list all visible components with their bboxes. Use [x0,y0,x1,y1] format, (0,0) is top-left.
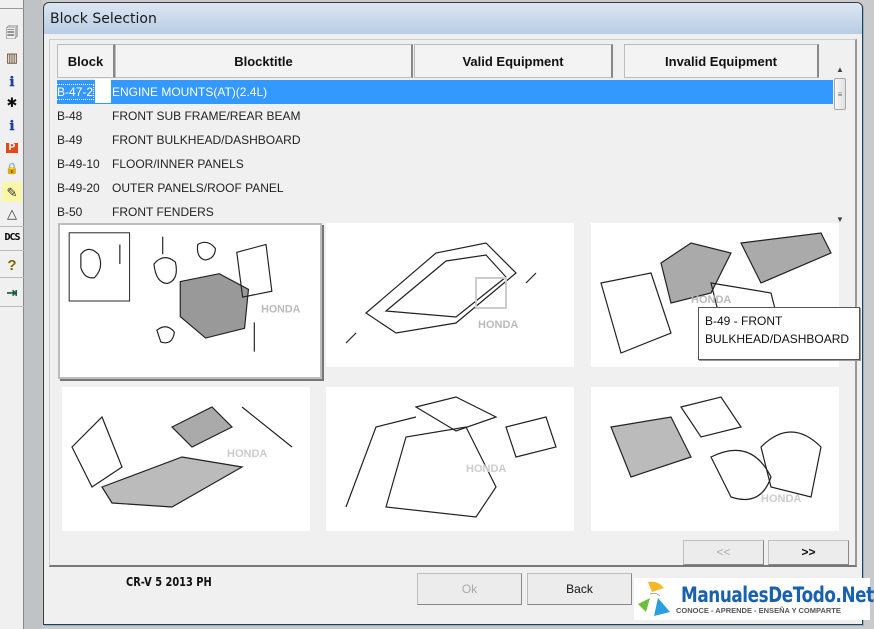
watermark-subtitle: CONOCE - APRENDE - ENSEÑA Y COMPARTE [676,606,841,615]
sub-frame-diagram: HONDA [345,242,537,344]
catalog-icon[interactable]: ▥ [2,47,22,67]
dialog-titlebar: Block Selection [44,3,862,34]
wrench-tool-icon[interactable]: ✎ [2,182,22,202]
column-header-valid-equipment[interactable]: Valid Equipment [414,44,613,78]
table-row[interactable]: B-48 FRONT SUB FRAME/REAR BEAM [57,104,833,128]
block-table: Block Blocktitle Valid Equipment Invalid… [55,44,847,224]
block-title: FRONT BULKHEAD/DASHBOARD [112,133,301,147]
left-toolbar: 🗐 ▥ ℹ ✱ ℹ P 🔒 ✎ △ DCS ? ⇥ [0,0,24,629]
table-row[interactable]: B-49 FRONT BULKHEAD/DASHBOARD [57,128,833,152]
table-row[interactable]: B-49-10 FLOOR/INNER PANELS [57,152,833,176]
watermark-banner: ManualesDeTodo.Net CONOCE - APRENDE - EN… [634,578,874,620]
toolbar-separator [0,277,24,278]
block-code: B-49-10 [57,157,100,171]
table-body: B-47-2 ENGINE MOUNTS(AT)(2.4L) B-48 FRON… [55,79,833,224]
block-code: B-50 [57,205,83,219]
block-code: B-49-20 [57,181,100,195]
toolbar-separator [0,306,24,307]
brand-watermark: HONDA [261,304,301,316]
watermark-title: ManualesDeTodo.Net [680,583,874,607]
outer-panels-diagram: HONDA [345,396,557,518]
next-page-button[interactable]: >> [768,540,849,565]
table-row[interactable]: B-47-2 ENGINE MOUNTS(AT)(2.4L) [55,79,833,104]
info-car-icon[interactable]: ℹ [2,115,22,135]
thumbnail-engine-mounts[interactable]: HONDA [58,223,322,379]
block-title: FRONT FENDERS [112,205,214,219]
block-tooltip: B-49 - FRONT BULKHEAD/DASHBOARD [698,307,860,360]
magic-hat-icon[interactable]: ✱ [2,92,22,112]
tooltip-line-2: BULKHEAD/DASHBOARD [705,332,850,346]
toolbar-separator [0,250,24,251]
thumbnail-front-sub-frame[interactable]: HONDA [326,223,574,367]
copy-pages-icon[interactable]: 🗐 [2,22,22,42]
thumbnail-outer-panels-roof[interactable]: HONDA [326,387,574,531]
dcs-icon[interactable]: DCS [2,228,22,248]
dialog-title: Block Selection [50,10,157,27]
info-person-icon[interactable]: ℹ [2,71,22,91]
column-header-invalid-equipment[interactable]: Invalid Equipment [624,44,819,78]
block-title: FLOOR/INNER PANELS [112,157,244,171]
thumbnail-front-fenders[interactable]: HONDA [591,387,839,531]
back-button[interactable]: Back [527,573,632,605]
block-title: ENGINE MOUNTS(AT)(2.4L) [112,85,268,99]
brand-watermark: HONDA [227,448,267,460]
vehicle-info: CR-V 5 2013 PH [126,575,212,589]
table-row[interactable]: B-49-20 OUTER PANELS/ROOF PANEL [57,176,833,200]
block-title: OUTER PANELS/ROOF PANEL [112,181,284,195]
help-icon[interactable]: ? [2,255,22,275]
toolbar-divider [0,8,24,9]
column-header-block[interactable]: Block [57,44,115,78]
block-code: B-48 [57,109,83,123]
block-panel: Block Blocktitle Valid Equipment Invalid… [49,39,860,567]
table-scrollbar[interactable]: ▲ ≡ ▼ [833,64,847,224]
thumbnail-floor-inner-panels[interactable]: HONDA [62,387,310,531]
drafting-icon[interactable]: △ [2,203,22,223]
parts-car-icon[interactable]: P [2,138,22,158]
floor-panels-diagram: HONDA [71,406,293,508]
block-code: B-49 [57,133,83,147]
brand-watermark: HONDA [478,319,518,331]
fenders-diagram: HONDA [610,396,822,505]
brand-watermark: HONDA [466,463,506,475]
tooltip-line-1: B-49 - FRONT [705,314,783,328]
scroll-thumb[interactable]: ≡ [834,78,846,110]
table-row[interactable]: B-50 FRONT FENDERS [57,200,833,224]
edit-cell [95,79,111,103]
column-header-blocktitle[interactable]: Blocktitle [115,44,413,78]
watermark-logo-icon [634,578,676,620]
engine-mounts-diagram: HONDA [68,232,301,352]
previous-page-button[interactable]: << [683,540,764,565]
block-title: FRONT SUB FRAME/REAR BEAM [112,109,301,123]
exit-icon[interactable]: ⇥ [2,282,22,302]
ok-button[interactable]: Ok [417,573,522,605]
toolbar-separator [0,226,24,227]
scroll-up-arrow-icon[interactable]: ▲ [833,64,847,76]
lock-document-icon[interactable]: 🔒 [2,159,22,179]
block-code: B-47-2 [55,84,95,100]
brand-watermark: HONDA [761,493,801,505]
gutter [24,0,42,629]
block-selection-dialog: Block Selection Block Blocktitle Valid E… [43,2,863,625]
brand-watermark: HONDA [691,294,731,306]
